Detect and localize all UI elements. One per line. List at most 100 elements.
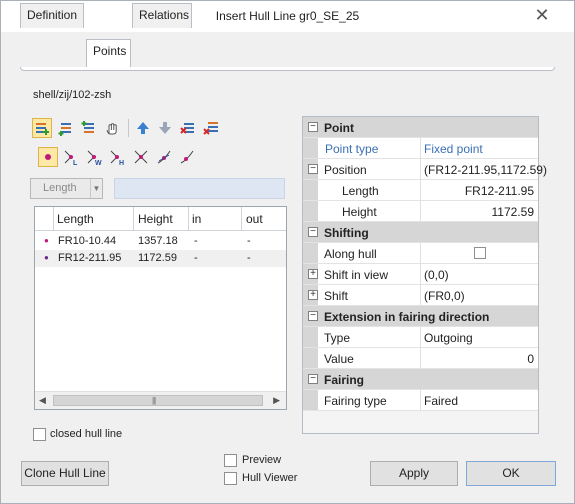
cell-length: FR10-10.44	[58, 235, 117, 247]
column-divider	[241, 207, 242, 231]
row-gutter	[303, 138, 318, 158]
pick-point-icon[interactable]	[101, 118, 121, 138]
move-up-icon[interactable]	[133, 118, 153, 138]
point-dot-icon: ●	[44, 253, 49, 262]
expand-icon[interactable]: +	[308, 269, 318, 279]
cell-height: 1172.59	[138, 252, 177, 264]
property-name: Shift	[324, 289, 349, 303]
scroll-left-icon[interactable]: ◀	[39, 395, 46, 406]
tab-label: Definition	[27, 8, 78, 22]
tab-definition[interactable]: Definition	[20, 3, 84, 28]
title-bar: Insert Hull Line gr0_SE_25 ✕	[1, 1, 574, 32]
tangent-icon[interactable]	[154, 147, 174, 167]
scroll-right-icon[interactable]: ▶	[273, 395, 280, 406]
expand-icon[interactable]: +	[308, 290, 318, 300]
category-title: Point	[324, 121, 354, 135]
property-value: (0,0)	[424, 268, 449, 282]
tab-points[interactable]: Points	[86, 39, 131, 67]
property-row-height[interactable]: Height 1172.59	[303, 201, 538, 222]
collapse-icon[interactable]: −	[308, 311, 318, 321]
column-header-out[interactable]: out	[246, 212, 263, 226]
property-row-value[interactable]: Value 0	[303, 348, 538, 369]
list-header: Length Height in out	[35, 207, 286, 231]
horizontal-scrollbar[interactable]: ◀ ||| ▶	[35, 391, 286, 409]
knuckle-l-icon[interactable]: L	[61, 147, 81, 167]
scrollbar-thumb[interactable]: |||	[53, 395, 263, 406]
apply-button[interactable]: Apply	[370, 461, 458, 486]
column-header-height[interactable]: Height	[138, 212, 173, 226]
table-row[interactable]: ● FR10-10.44 1357.18 - -	[35, 233, 286, 250]
collapse-icon[interactable]: −	[308, 227, 318, 237]
break-icon[interactable]	[131, 147, 151, 167]
hull-path-label: shell/zij/102-zsh	[33, 89, 112, 101]
category-point[interactable]: − Point	[303, 117, 538, 138]
dropdown-value: Length	[43, 182, 77, 194]
point-mode-dropdown[interactable]: Length ▼	[30, 178, 103, 199]
cell-out: -	[247, 235, 251, 247]
collapse-icon[interactable]: −	[308, 164, 318, 174]
svg-text:L: L	[73, 160, 78, 166]
property-row-point-type[interactable]: Point type Fixed point	[303, 138, 538, 159]
preview-label: Preview	[242, 454, 282, 466]
property-name: Fairing type	[324, 394, 387, 408]
property-row-shift[interactable]: + Shift (FR0,0)	[303, 285, 538, 306]
tangent-end-icon[interactable]	[177, 147, 197, 167]
knuckle-w-icon[interactable]: W	[84, 147, 104, 167]
category-shifting[interactable]: − Shifting	[303, 222, 538, 243]
svg-text:H: H	[119, 160, 124, 166]
property-name: Height	[342, 205, 377, 219]
closed-hull-line-checkbox[interactable]	[33, 428, 46, 441]
delete-point-icon[interactable]	[178, 118, 198, 138]
row-gutter: −	[303, 159, 318, 179]
preview-checkbox[interactable]	[224, 454, 237, 467]
category-extension[interactable]: − Extension in fairing direction	[303, 306, 538, 327]
row-gutter	[303, 327, 318, 347]
category-title: Shifting	[324, 226, 369, 240]
cell-in: -	[194, 235, 198, 247]
category-title: Fairing	[324, 373, 365, 387]
cell-height: 1357.18	[138, 235, 178, 247]
window-title: Insert Hull Line gr0_SE_25	[215, 9, 360, 23]
close-icon[interactable]: ✕	[531, 5, 553, 25]
property-row-length[interactable]: Length FR12-211.95	[303, 180, 538, 201]
property-row-type[interactable]: Type Outgoing	[303, 327, 538, 348]
property-row-along-hull[interactable]: Along hull	[303, 243, 538, 264]
column-header-in[interactable]: in	[192, 212, 201, 226]
category-title: Extension in fairing direction	[324, 310, 490, 324]
delete-all-points-icon[interactable]	[201, 118, 221, 138]
property-name: Position	[324, 163, 367, 177]
hull-viewer-checkbox[interactable]	[224, 472, 237, 485]
table-row[interactable]: ● FR12-211.95 1172.59 - -	[35, 250, 286, 267]
cell-in: -	[194, 252, 198, 264]
ok-button[interactable]: OK	[466, 461, 556, 486]
insert-point-before-icon[interactable]	[78, 118, 98, 138]
point-list[interactable]: Length Height in out ● FR10-10.44 1357.1…	[34, 206, 287, 410]
chevron-down-icon: ▼	[90, 179, 102, 198]
column-divider	[133, 207, 134, 231]
row-gutter	[303, 201, 318, 221]
clone-hull-line-button[interactable]: Clone Hull Line	[21, 461, 109, 486]
insert-point-after-icon[interactable]	[55, 118, 75, 138]
category-fairing[interactable]: − Fairing	[303, 369, 538, 390]
insert-point-icon[interactable]	[32, 118, 52, 138]
point-type-dot-icon[interactable]	[38, 147, 58, 167]
row-gutter	[303, 180, 318, 200]
column-header-length[interactable]: Length	[57, 212, 94, 226]
value-input[interactable]	[114, 178, 285, 199]
property-name: Point type	[325, 142, 379, 156]
row-gutter	[303, 348, 318, 368]
property-row-fairing-type[interactable]: Fairing type Faired	[303, 390, 538, 411]
dialog-window: Insert Hull Line gr0_SE_25 ✕ Definition …	[0, 0, 575, 504]
tab-relations[interactable]: Relations	[132, 3, 192, 28]
property-name: Along hull	[324, 247, 377, 261]
closed-hull-line-label: closed hull line	[50, 428, 123, 440]
collapse-icon[interactable]: −	[308, 122, 318, 132]
property-row-shift-in-view[interactable]: + Shift in view (0,0)	[303, 264, 538, 285]
along-hull-checkbox[interactable]	[474, 247, 486, 259]
property-row-position[interactable]: − Position (FR12-211.95,1172.59)	[303, 159, 547, 180]
collapse-icon[interactable]: −	[308, 374, 318, 384]
knuckle-h-icon[interactable]: H	[107, 147, 127, 167]
move-down-icon[interactable]	[155, 118, 175, 138]
column-divider	[53, 207, 54, 231]
property-value: 0	[527, 352, 534, 366]
